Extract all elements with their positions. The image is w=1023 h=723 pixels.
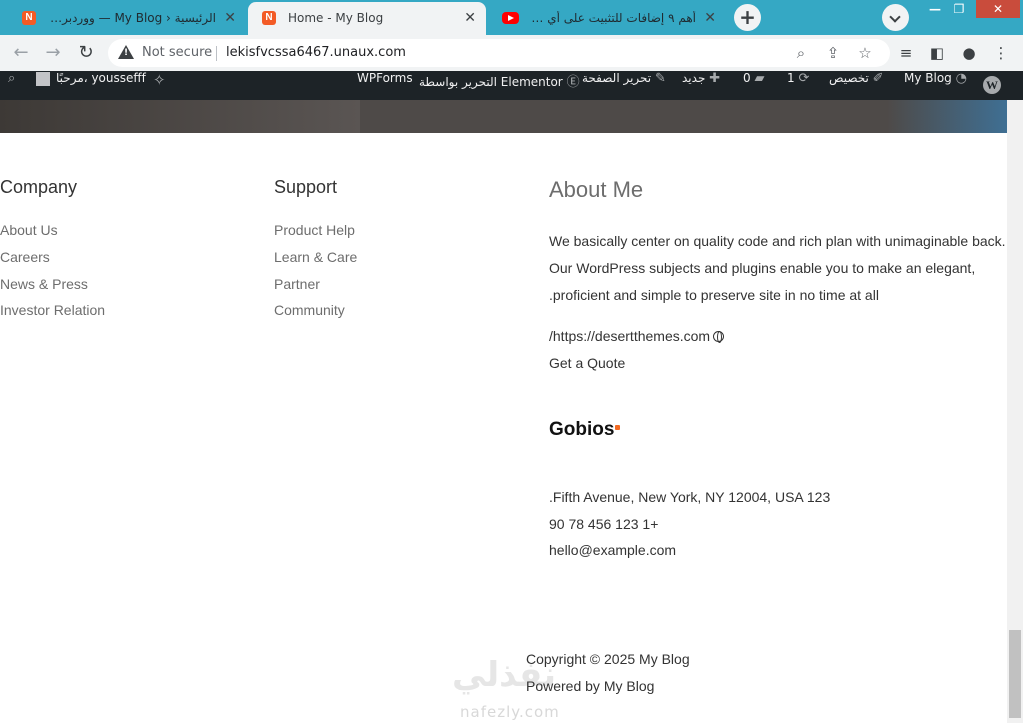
tab-close-icon[interactable]: ✕ xyxy=(464,10,476,26)
site-name: My Blog xyxy=(904,71,952,85)
address-text: .Fifth Avenue, New York, NY 12004, USA 1… xyxy=(549,489,831,505)
footer-link-product-help[interactable]: Product Help xyxy=(274,222,355,238)
youtube-favicon-icon xyxy=(502,12,519,24)
zoom-search-icon[interactable]: ⌕ xyxy=(792,44,810,62)
tab-youtube-video[interactable]: أهم ٩ إضافات للتثبيت على أي موقع ووردبري… xyxy=(488,2,726,35)
plus-icon: ✚ xyxy=(709,71,721,86)
wp-admin-bar: ⌕ مرحبًا، youssefff ✧ WPForms التحرير بو… xyxy=(0,71,1023,100)
site-name-menu[interactable]: My Blog ◔ xyxy=(904,71,967,100)
watermark-latin: nafezly.com xyxy=(460,703,560,721)
updates-count: 1 xyxy=(787,71,795,85)
elementor-icon: Ⓔ xyxy=(566,75,580,90)
tab-search-button[interactable] xyxy=(882,4,909,31)
about-text-line: .proficient and simple to preserve site … xyxy=(549,287,879,303)
tab-close-icon[interactable]: ✕ xyxy=(704,10,716,26)
footer-link-news-press[interactable]: News & Press xyxy=(0,276,88,292)
phone-text[interactable]: 90 78 456 123 1+ xyxy=(549,516,658,532)
browser-toolbar: ← → ↻ Not secure lekisfvcssa6467.unaux.c… xyxy=(0,35,1023,71)
warning-icon[interactable] xyxy=(118,45,134,59)
dashboard-icon: ◔ xyxy=(955,71,967,86)
edit-with-elementor[interactable]: التحرير بواسطة Elementor Ⓔ xyxy=(419,71,580,100)
footer-link-investor-relation[interactable]: Investor Relation xyxy=(0,302,105,318)
reading-list-icon[interactable]: ≡ xyxy=(896,43,916,63)
new-tab-button[interactable]: + xyxy=(734,4,761,31)
tab-title: الرئيسية ‹ My Blog — ووردبريس xyxy=(48,11,216,25)
greeting-text: مرحبًا، youssefff xyxy=(56,71,146,85)
profile-avatar-icon[interactable]: ● xyxy=(959,43,979,63)
forward-arrow-icon[interactable]: → xyxy=(42,42,64,64)
comments-count: 0 xyxy=(743,71,751,85)
side-panel-icon[interactable]: ◧ xyxy=(927,43,947,63)
scrollbar-thumb[interactable] xyxy=(1009,630,1021,718)
updates[interactable]: 1 ⟳ xyxy=(787,71,809,100)
footer-link-community[interactable]: Community xyxy=(274,302,345,318)
get-a-quote-link[interactable]: Get a Quote xyxy=(549,355,625,371)
footer-link-careers[interactable]: Careers xyxy=(0,249,50,265)
elementor-favicon-icon: N xyxy=(262,11,276,25)
tab-wp-dashboard[interactable]: N الرئيسية ‹ My Blog — ووردبريس ✕ xyxy=(8,2,246,35)
about-heading: About Me xyxy=(549,177,644,202)
refresh-icon: ⟳ xyxy=(798,71,810,86)
comment-bubble-icon: ▰ xyxy=(754,71,765,86)
company-heading: Company xyxy=(0,177,78,197)
back-arrow-icon[interactable]: ← xyxy=(10,42,32,64)
tab-home-my-blog[interactable]: N Home - My Blog ✕ xyxy=(248,2,486,35)
security-label[interactable]: Not secure xyxy=(142,45,212,60)
url-text[interactable]: lekisfvcssa6467.unaux.com xyxy=(226,45,406,60)
close-window-button[interactable]: ✕ xyxy=(976,0,1020,18)
edit-page-label: تحرير الصفحة xyxy=(582,71,652,85)
hero-image xyxy=(0,100,1007,133)
sparkle-icon[interactable]: ✧ xyxy=(153,71,166,100)
address-bar[interactable]: Not secure lekisfvcssa6467.unaux.com ⌕ ⇪… xyxy=(108,39,890,67)
avatar xyxy=(36,71,50,86)
tab-close-icon[interactable]: ✕ xyxy=(224,10,236,26)
kebab-menu-icon[interactable]: ⋮ xyxy=(991,43,1011,63)
customize[interactable]: تخصيص ✐ xyxy=(829,71,884,100)
reload-icon[interactable]: ↻ xyxy=(75,42,97,64)
about-text-line: Our WordPress subjects and plugins enabl… xyxy=(549,260,976,276)
brush-icon: ✐ xyxy=(872,71,884,86)
share-icon[interactable]: ⇪ xyxy=(824,44,842,62)
email-link[interactable]: hello@example.com xyxy=(549,542,676,558)
wpforms-menu[interactable]: WPForms xyxy=(357,71,413,100)
website-url: /https://desertthemes.com xyxy=(549,328,711,344)
footer-link-learn-care[interactable]: Learn & Care xyxy=(274,249,357,265)
comments[interactable]: 0 ▰ xyxy=(743,71,764,100)
browser-tab-strip: N الرئيسية ‹ My Blog — ووردبريس ✕ N Home… xyxy=(0,0,1023,35)
about-text-line: We basically center on quality code and … xyxy=(549,233,1006,249)
new-content[interactable]: جديد ✚ xyxy=(682,71,720,100)
restore-button[interactable]: ❐ xyxy=(944,0,974,18)
tab-title: Home - My Blog xyxy=(288,11,384,25)
powered-by-text: Powered by My Blog xyxy=(526,678,655,694)
wordpress-logo-icon[interactable]: W xyxy=(983,76,1001,94)
website-link[interactable]: /https://desertthemes.com xyxy=(549,328,725,344)
search-icon[interactable]: ⌕ xyxy=(8,71,15,100)
new-label: جديد xyxy=(682,71,706,85)
edit-page[interactable]: تحرير الصفحة ✎ xyxy=(582,71,666,100)
admin-bar-account[interactable]: مرحبًا، youssefff xyxy=(36,71,146,100)
customize-label: تخصيص xyxy=(829,71,869,85)
pencil-icon: ✎ xyxy=(654,71,666,86)
footer-link-about-us[interactable]: About Us xyxy=(0,222,58,238)
brand-accent-mark xyxy=(615,425,620,430)
elementor-favicon-icon: N xyxy=(22,11,36,25)
support-heading: Support xyxy=(274,177,338,197)
footer-link-partner[interactable]: Partner xyxy=(274,276,320,292)
globe-icon xyxy=(713,331,725,343)
elementor-label: التحرير بواسطة Elementor xyxy=(419,75,563,89)
divider xyxy=(216,46,217,61)
bookmark-star-icon[interactable]: ☆ xyxy=(856,44,874,62)
brand-logo[interactable]: Gobios xyxy=(549,419,614,441)
copyright-text: Copyright © 2025 My Blog xyxy=(526,651,690,667)
tab-title: أهم ٩ إضافات للتثبيت على أي موقع ووردبري… xyxy=(528,11,696,25)
